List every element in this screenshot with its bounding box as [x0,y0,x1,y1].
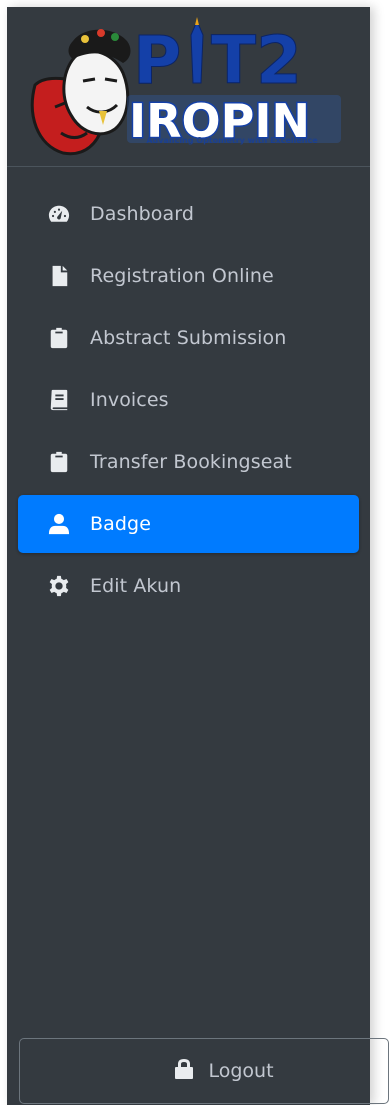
brand-title-top: P T2 [133,17,302,100]
gear-icon [48,575,70,597]
sidebar-item-edit-akun[interactable]: Edit Akun [18,557,359,615]
sidebar-item-badge[interactable]: Badge [18,495,359,553]
brand-logo-area[interactable]: P T2 IROPIN Advancing Optometry with Exc… [7,7,370,167]
sidebar-item-label: Edit Akun [90,575,182,597]
sidebar-item-registration-online[interactable]: Registration Online [18,247,359,305]
sidebar-item-dashboard[interactable]: Dashboard [18,185,359,243]
sidebar-item-label: Registration Online [90,265,274,287]
clipboard-icon [48,451,70,473]
sidebar-item-label: Invoices [90,389,169,411]
sidebar-item-label: Abstract Submission [90,327,287,349]
sidebar-item-label: Transfer Bookingseat [90,451,292,473]
sidebar-item-label: Badge [90,513,151,535]
file-icon [48,265,70,287]
tachometer-icon [48,203,70,225]
brand-tagline: Advancing Optometry with Excellence [146,136,318,145]
clipboard-icon [48,327,70,349]
logout-button[interactable]: Logout [19,1038,389,1104]
mask-icon [30,29,131,156]
logout-label: Logout [208,1060,274,1082]
sidebar-item-label: Dashboard [90,203,194,225]
svg-text:T2: T2 [211,22,302,99]
sidebar-item-transfer-bookingseat[interactable]: Transfer Bookingseat [18,433,359,491]
lock-icon [174,1058,194,1084]
book-icon [48,389,70,411]
svg-text:P: P [133,22,181,99]
sidebar-nav: Dashboard Registration Online Abstract S… [18,185,359,619]
user-icon [48,513,70,535]
logout-content: Logout [174,1058,274,1084]
sidebar: P T2 IROPIN Advancing Optometry with Exc… [7,7,389,1105]
sidebar-item-invoices[interactable]: Invoices [18,371,359,429]
sidebar-item-abstract-submission[interactable]: Abstract Submission [18,309,359,367]
